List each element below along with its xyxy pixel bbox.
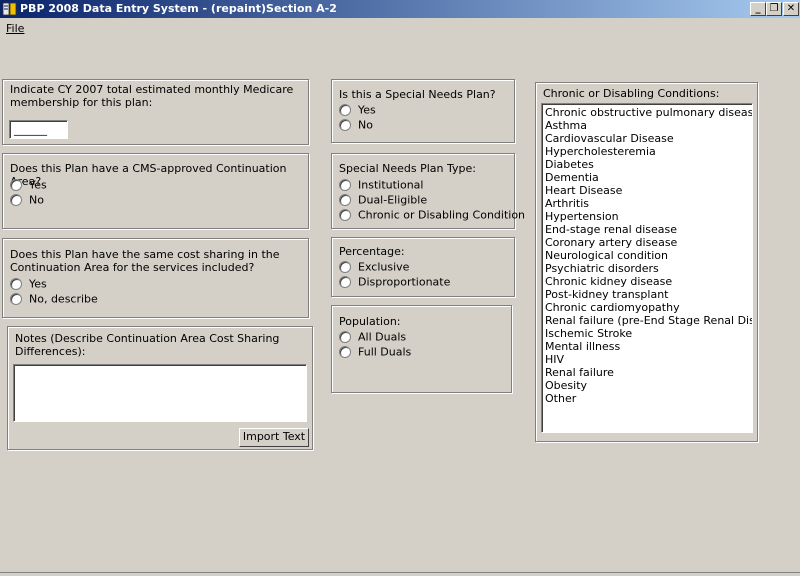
chronic-conditions-list: Chronic obstructive pulmonary disease Ast… [542,104,752,405]
close-button[interactable]: ✕ [783,2,799,16]
radio-circle-icon [339,194,351,206]
snp-institutional-radio[interactable]: Institutional [339,178,423,192]
special-needs-yes-radio[interactable]: Yes [339,103,376,117]
special-needs-question: Is this a Special Needs Plan? [339,88,496,101]
population-label: Population: [339,315,401,328]
population-all-duals-radio[interactable]: All Duals [339,330,406,344]
menu-file[interactable]: File [6,22,24,35]
notes-label: Notes (Describe Continuation Area Cost S… [15,332,280,358]
population-group: Population: All Duals Full Duals [331,305,512,393]
notes-group: Notes (Describe Continuation Area Cost S… [7,326,313,450]
continuation-area-group: Does this Plan have a CMS-approved Conti… [2,153,309,229]
chronic-condition-item[interactable]: Dementia [545,171,752,184]
percentage-group: Percentage: Exclusive Disproportionate [331,237,515,297]
chronic-condition-item[interactable]: Chronic kidney disease [545,275,752,288]
chronic-condition-item[interactable]: Post-kidney transplant [545,288,752,301]
percentage-label: Percentage: [339,245,405,258]
chronic-condition-item[interactable]: Asthma [545,119,752,132]
membership-label: Indicate CY 2007 total estimated monthly… [10,83,294,109]
radio-circle-icon [339,119,351,131]
snp-chronic-radio[interactable]: Chronic or Disabling Condition [339,208,525,222]
menu-bar: File [0,19,800,37]
chronic-condition-item[interactable]: Neurological condition [545,249,752,262]
chronic-condition-item[interactable]: Psychiatric disorders [545,262,752,275]
cost-sharing-question: Does this Plan have the same cost sharin… [10,248,280,274]
chronic-condition-item[interactable]: Chronic obstructive pulmonary disease [545,106,752,119]
chronic-condition-item[interactable]: Hypercholesteremia [545,145,752,158]
chronic-condition-item[interactable]: Heart Disease [545,184,752,197]
radio-circle-icon [339,261,351,273]
membership-input[interactable]: ______ [9,120,68,139]
chronic-condition-item[interactable]: Chronic cardiomyopathy [545,301,752,314]
percentage-disproportionate-radio[interactable]: Disproportionate [339,275,450,289]
special-needs-no-radio[interactable]: No [339,118,373,132]
app-icon [2,2,17,16]
minimize-button[interactable]: _ [750,2,766,16]
cost-sharing-yes-radio[interactable]: Yes [10,277,47,291]
radio-circle-icon [10,293,22,305]
chronic-condition-item[interactable]: Diabetes [545,158,752,171]
chronic-condition-item[interactable]: Cardiovascular Disease [545,132,752,145]
import-text-button[interactable]: Import Text [239,428,309,447]
window-bottom-border [0,572,800,573]
radio-circle-icon [339,346,351,358]
chronic-condition-item[interactable]: Ischemic Stroke [545,327,752,340]
percentage-exclusive-radio[interactable]: Exclusive [339,260,409,274]
radio-circle-icon [339,104,351,116]
snp-dual-eligible-radio[interactable]: Dual-Eligible [339,193,427,207]
chronic-conditions-label: Chronic or Disabling Conditions: [543,87,720,100]
cost-sharing-no-radio[interactable]: No, describe [10,292,98,306]
special-needs-group: Is this a Special Needs Plan? Yes No [331,79,515,143]
snp-type-label: Special Needs Plan Type: [339,162,476,175]
population-full-duals-radio[interactable]: Full Duals [339,345,411,359]
chronic-condition-item[interactable]: Other [545,392,752,405]
radio-circle-icon [339,209,351,221]
chronic-condition-item[interactable]: Mental illness [545,340,752,353]
radio-circle-icon [10,179,22,191]
radio-circle-icon [10,278,22,290]
notes-textarea[interactable] [13,364,307,422]
restore-button[interactable]: ❐ [766,2,782,16]
snp-type-group: Special Needs Plan Type: Institutional D… [331,153,525,229]
radio-circle-icon [339,276,351,288]
membership-group: Indicate CY 2007 total estimated monthly… [2,79,309,145]
chronic-condition-item[interactable]: End-stage renal disease [545,223,752,236]
continuation-no-radio[interactable]: No [10,193,44,207]
chronic-condition-item[interactable]: Renal failure (pre-End Stage Renal Disea… [545,314,752,327]
window-title: PBP 2008 Data Entry System - (repaint)Se… [20,2,337,15]
chronic-condition-item[interactable]: Obesity [545,379,752,392]
continuation-area-question: Does this Plan have a CMS-approved Conti… [10,162,287,188]
title-bar: PBP 2008 Data Entry System - (repaint)Se… [0,0,800,18]
chronic-conditions-group: Chronic or Disabling Conditions: Chronic… [535,82,758,442]
radio-circle-icon [10,194,22,206]
chronic-condition-item[interactable]: Renal failure [545,366,752,379]
chronic-conditions-listbox[interactable]: Chronic obstructive pulmonary disease Ast… [541,103,753,433]
cost-sharing-group: Does this Plan have the same cost sharin… [2,238,309,318]
chronic-condition-item[interactable]: Hypertension [545,210,752,223]
chronic-condition-item[interactable]: Coronary artery disease [545,236,752,249]
chronic-condition-item[interactable]: HIV [545,353,752,366]
chronic-condition-item[interactable]: Arthritis [545,197,752,210]
continuation-yes-radio[interactable]: Yes [10,178,47,192]
radio-circle-icon [339,179,351,191]
radio-circle-icon [339,331,351,343]
